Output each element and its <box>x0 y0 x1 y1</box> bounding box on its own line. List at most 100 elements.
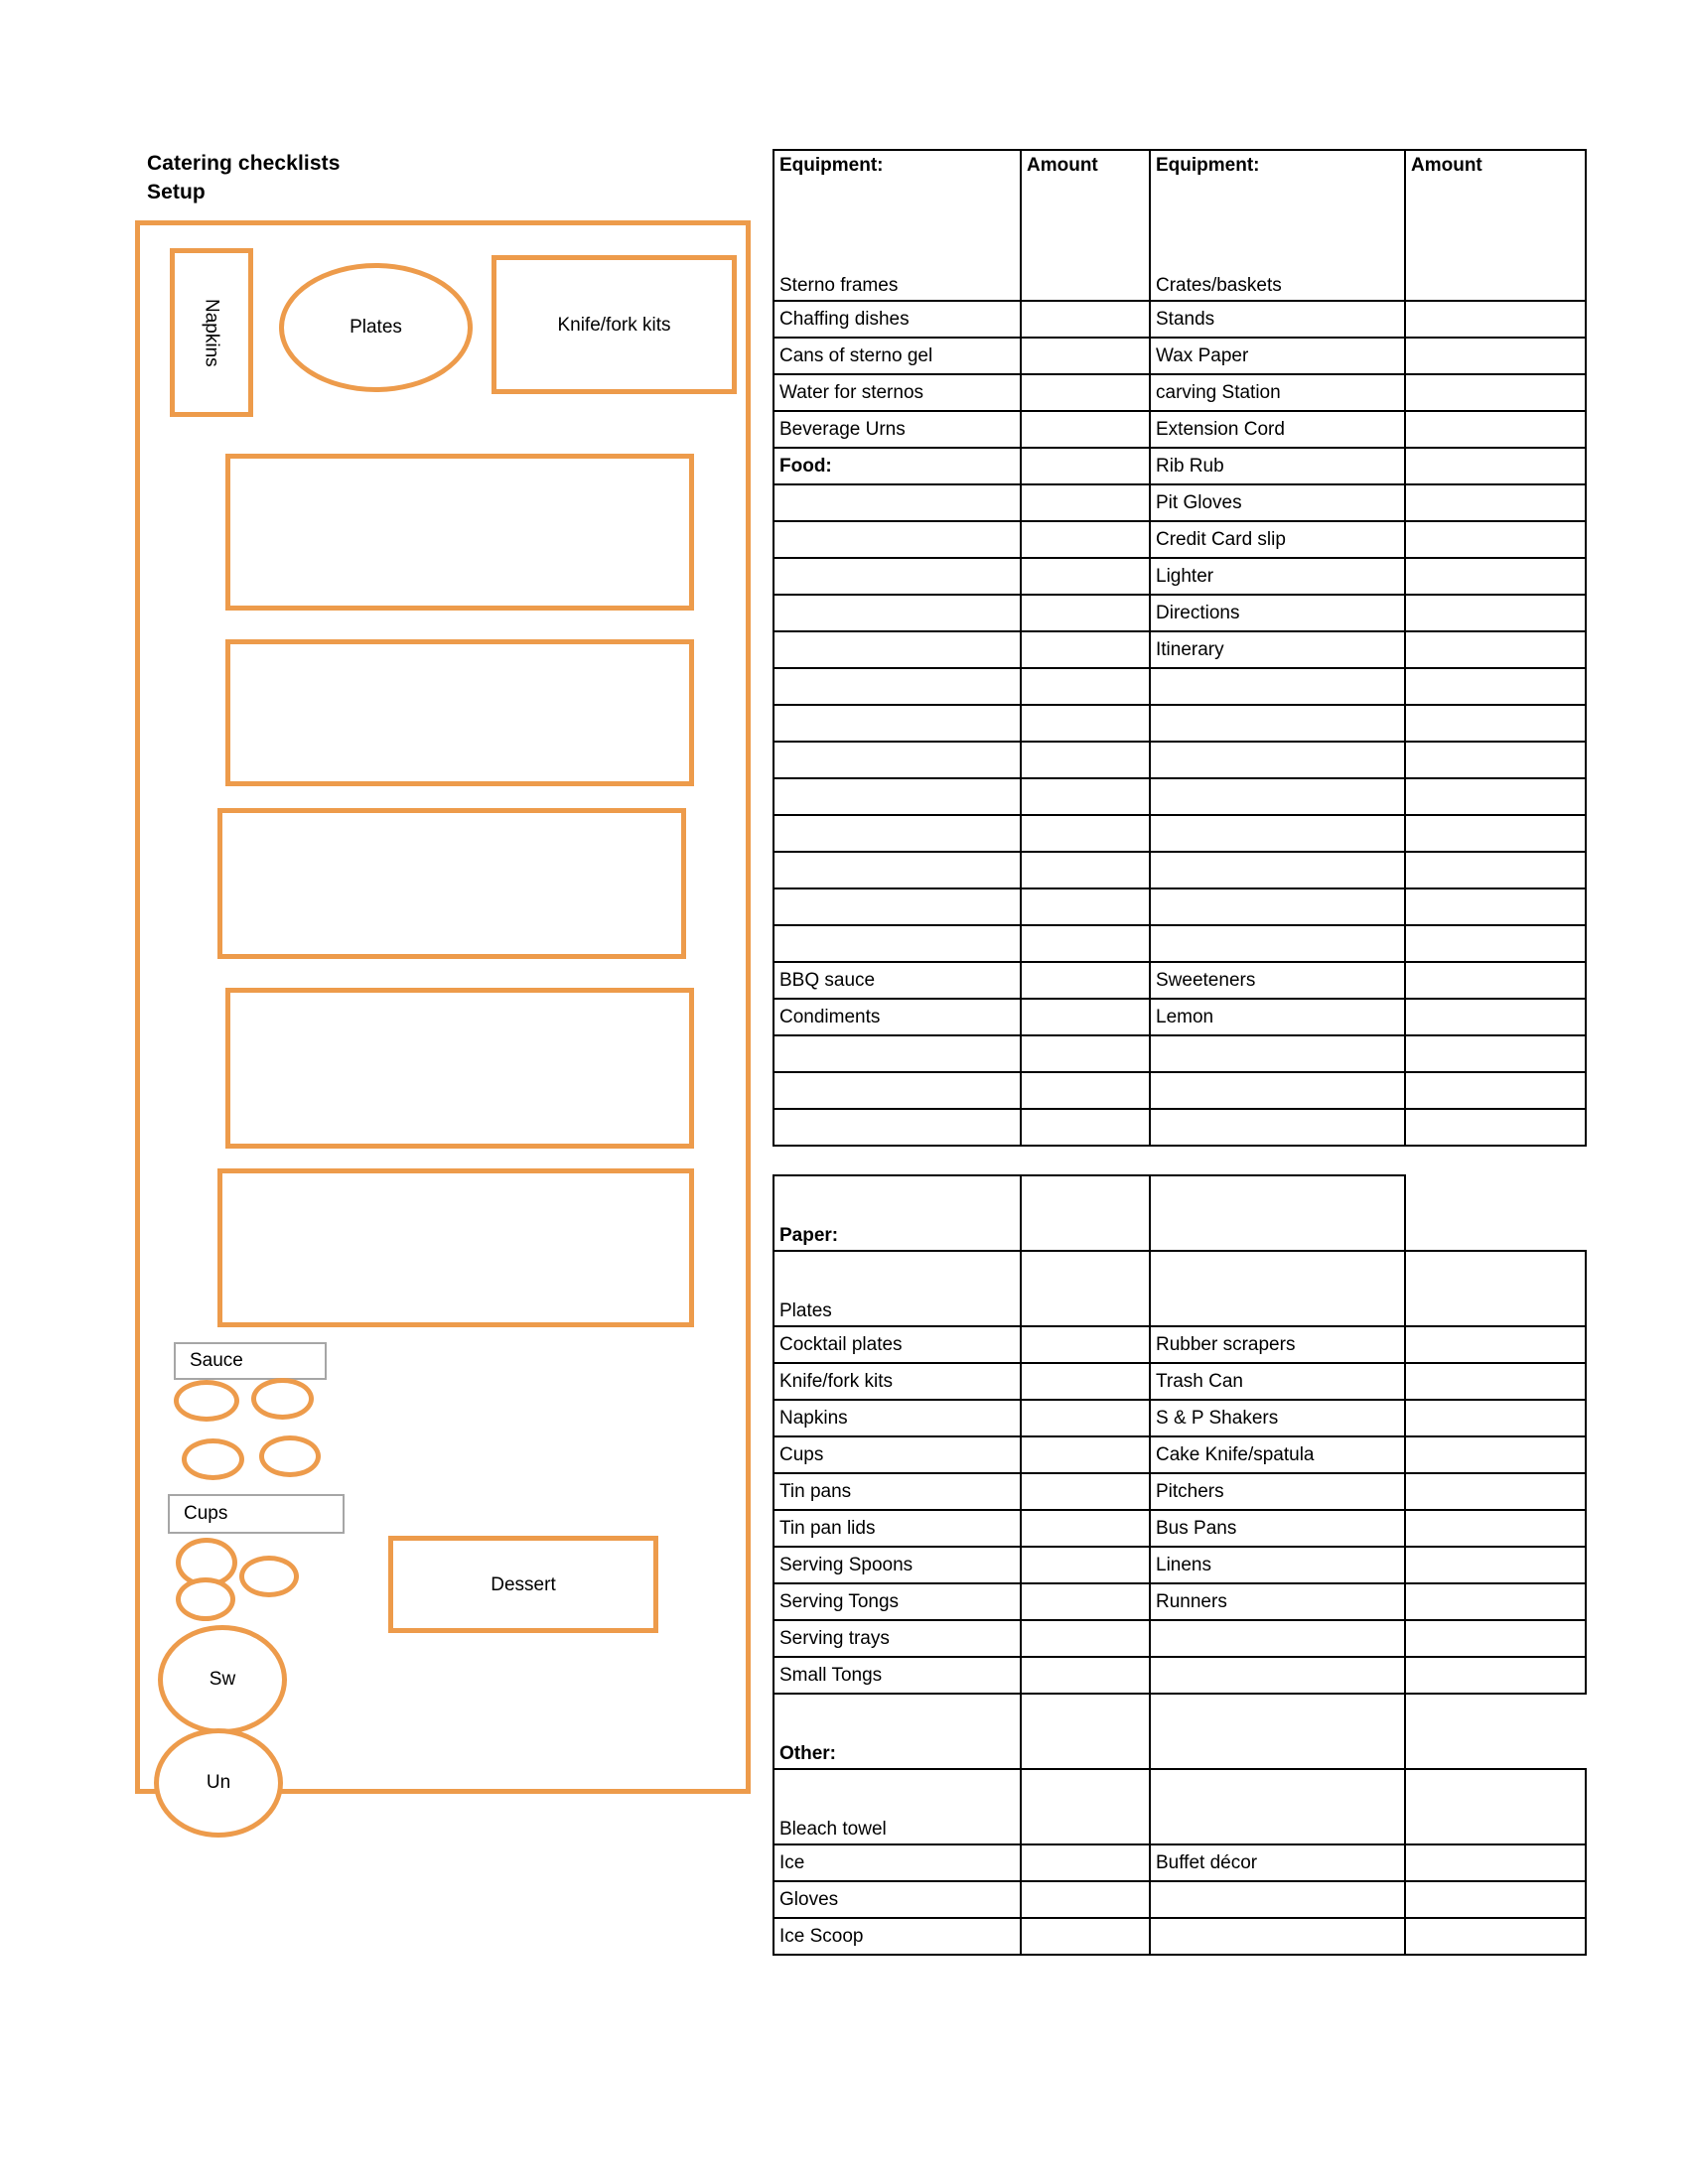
cell-empty[interactable] <box>1404 594 1587 632</box>
cell-empty[interactable] <box>1404 1325 1587 1364</box>
cell-empty[interactable] <box>1404 373 1587 412</box>
cell-empty[interactable] <box>1020 924 1151 963</box>
cell-empty <box>1149 851 1406 889</box>
cell-empty[interactable] <box>1404 1582 1587 1621</box>
cell-empty[interactable] <box>1404 961 1587 1000</box>
cell-linens: Linens <box>1149 1546 1406 1584</box>
cell-empty <box>773 851 1022 889</box>
cell-empty[interactable] <box>1020 594 1151 632</box>
cell-empty[interactable] <box>1404 1071 1587 1110</box>
cell-empty[interactable] <box>1404 1399 1587 1437</box>
cell-empty[interactable] <box>1404 1034 1587 1073</box>
cell-empty[interactable] <box>1404 1619 1587 1658</box>
cell-empty[interactable] <box>1404 998 1587 1036</box>
cell-empty[interactable] <box>1404 226 1587 302</box>
cell-empty[interactable] <box>1020 1656 1151 1695</box>
cell-empty[interactable] <box>1020 1768 1151 1845</box>
cell-empty[interactable] <box>1020 1693 1151 1770</box>
cell-empty[interactable] <box>1404 1917 1587 1956</box>
cell-empty[interactable] <box>1020 1071 1151 1110</box>
cell-empty[interactable] <box>1020 1546 1151 1584</box>
cell-empty[interactable] <box>1020 410 1151 449</box>
cell-ice: Ice <box>773 1843 1022 1882</box>
cell-empty[interactable] <box>1020 557 1151 596</box>
cell-empty[interactable] <box>1404 520 1587 559</box>
cell-empty[interactable] <box>1404 1362 1587 1401</box>
cell-knife-fork-kits: Knife/fork kits <box>773 1362 1022 1401</box>
cell-empty[interactable] <box>1020 777 1151 816</box>
table-row <box>773 924 1587 963</box>
cell-empty[interactable] <box>1020 226 1151 302</box>
cell-empty[interactable] <box>1020 630 1151 669</box>
spacer-cell <box>1021 1146 1150 1175</box>
cell-empty[interactable] <box>1404 924 1587 963</box>
cell-empty[interactable] <box>1020 1108 1151 1147</box>
cell-empty[interactable] <box>1020 814 1151 853</box>
cell-empty[interactable] <box>1020 1582 1151 1621</box>
cell-empty[interactable] <box>1020 1250 1151 1327</box>
cell-empty[interactable] <box>1404 851 1587 889</box>
cell-empty[interactable] <box>1020 961 1151 1000</box>
cell-empty[interactable] <box>1020 887 1151 926</box>
cell-empty[interactable] <box>1404 1768 1587 1845</box>
cell-empty[interactable] <box>1404 1843 1587 1882</box>
cell-empty[interactable] <box>1020 373 1151 412</box>
cell-empty[interactable] <box>1405 1694 1586 1769</box>
cell-empty[interactable] <box>1404 557 1587 596</box>
cell-empty[interactable] <box>1404 1435 1587 1474</box>
cell-empty[interactable] <box>1404 410 1587 449</box>
page-title: Catering checklists Setup <box>147 149 703 206</box>
cell-chaffing-dishes: Chaffing dishes <box>773 300 1022 339</box>
cell-empty[interactable] <box>1020 520 1151 559</box>
cell-s-p-shakers: S & P Shakers <box>1149 1399 1406 1437</box>
table-header-row: Equipment: Amount Equipment: Amount <box>773 149 1587 226</box>
cell-empty[interactable] <box>1020 1435 1151 1474</box>
cell-empty[interactable] <box>1020 741 1151 779</box>
table-row: Tin pans Pitchers <box>773 1472 1587 1511</box>
cell-empty[interactable] <box>1020 998 1151 1036</box>
cell-empty[interactable] <box>1404 337 1587 375</box>
cell-empty[interactable] <box>1020 667 1151 706</box>
cell-empty[interactable] <box>1020 1843 1151 1882</box>
cell-empty[interactable] <box>1020 300 1151 339</box>
cell-empty[interactable] <box>1404 483 1587 522</box>
cell-empty[interactable] <box>1404 1509 1587 1548</box>
cell-empty[interactable] <box>1404 741 1587 779</box>
cell-empty[interactable] <box>1020 1619 1151 1658</box>
cell-empty <box>1149 1880 1406 1919</box>
cell-empty[interactable] <box>1020 1880 1151 1919</box>
cell-empty[interactable] <box>1020 851 1151 889</box>
cell-empty[interactable] <box>1404 1250 1587 1327</box>
cell-empty[interactable] <box>1404 1108 1587 1147</box>
cell-empty[interactable] <box>1405 1175 1586 1251</box>
cell-empty[interactable] <box>1404 887 1587 926</box>
cell-empty[interactable] <box>1404 777 1587 816</box>
cell-empty[interactable] <box>1404 1880 1587 1919</box>
cell-empty[interactable] <box>1020 1325 1151 1364</box>
cell-empty[interactable] <box>1404 1546 1587 1584</box>
cell-empty[interactable] <box>1020 1399 1151 1437</box>
cell-empty[interactable] <box>1020 337 1151 375</box>
cell-empty[interactable] <box>1404 1656 1587 1695</box>
cell-empty[interactable] <box>1020 1034 1151 1073</box>
cell-empty[interactable] <box>1404 300 1587 339</box>
cell-empty[interactable] <box>1020 1362 1151 1401</box>
cell-empty[interactable] <box>1020 1509 1151 1548</box>
cell-empty[interactable] <box>1404 704 1587 743</box>
cell-empty <box>773 741 1022 779</box>
header-amount-2: Amount <box>1404 149 1587 226</box>
cell-empty[interactable] <box>1020 1917 1151 1956</box>
cell-empty[interactable] <box>1404 1472 1587 1511</box>
cell-empty[interactable] <box>1020 1174 1151 1252</box>
table-row: Cans of sterno gel Wax Paper <box>773 337 1587 375</box>
cell-empty[interactable] <box>1020 483 1151 522</box>
cell-empty[interactable] <box>1020 447 1151 485</box>
cell-empty[interactable] <box>1404 447 1587 485</box>
table-row: Bleach towel <box>773 1768 1587 1845</box>
cell-empty[interactable] <box>1404 814 1587 853</box>
cell-empty[interactable] <box>1020 1472 1151 1511</box>
cell-empty[interactable] <box>1404 630 1587 669</box>
cell-empty[interactable] <box>1404 667 1587 706</box>
cell-empty[interactable] <box>1020 704 1151 743</box>
cell-rubber-scrapers: Rubber scrapers <box>1149 1325 1406 1364</box>
